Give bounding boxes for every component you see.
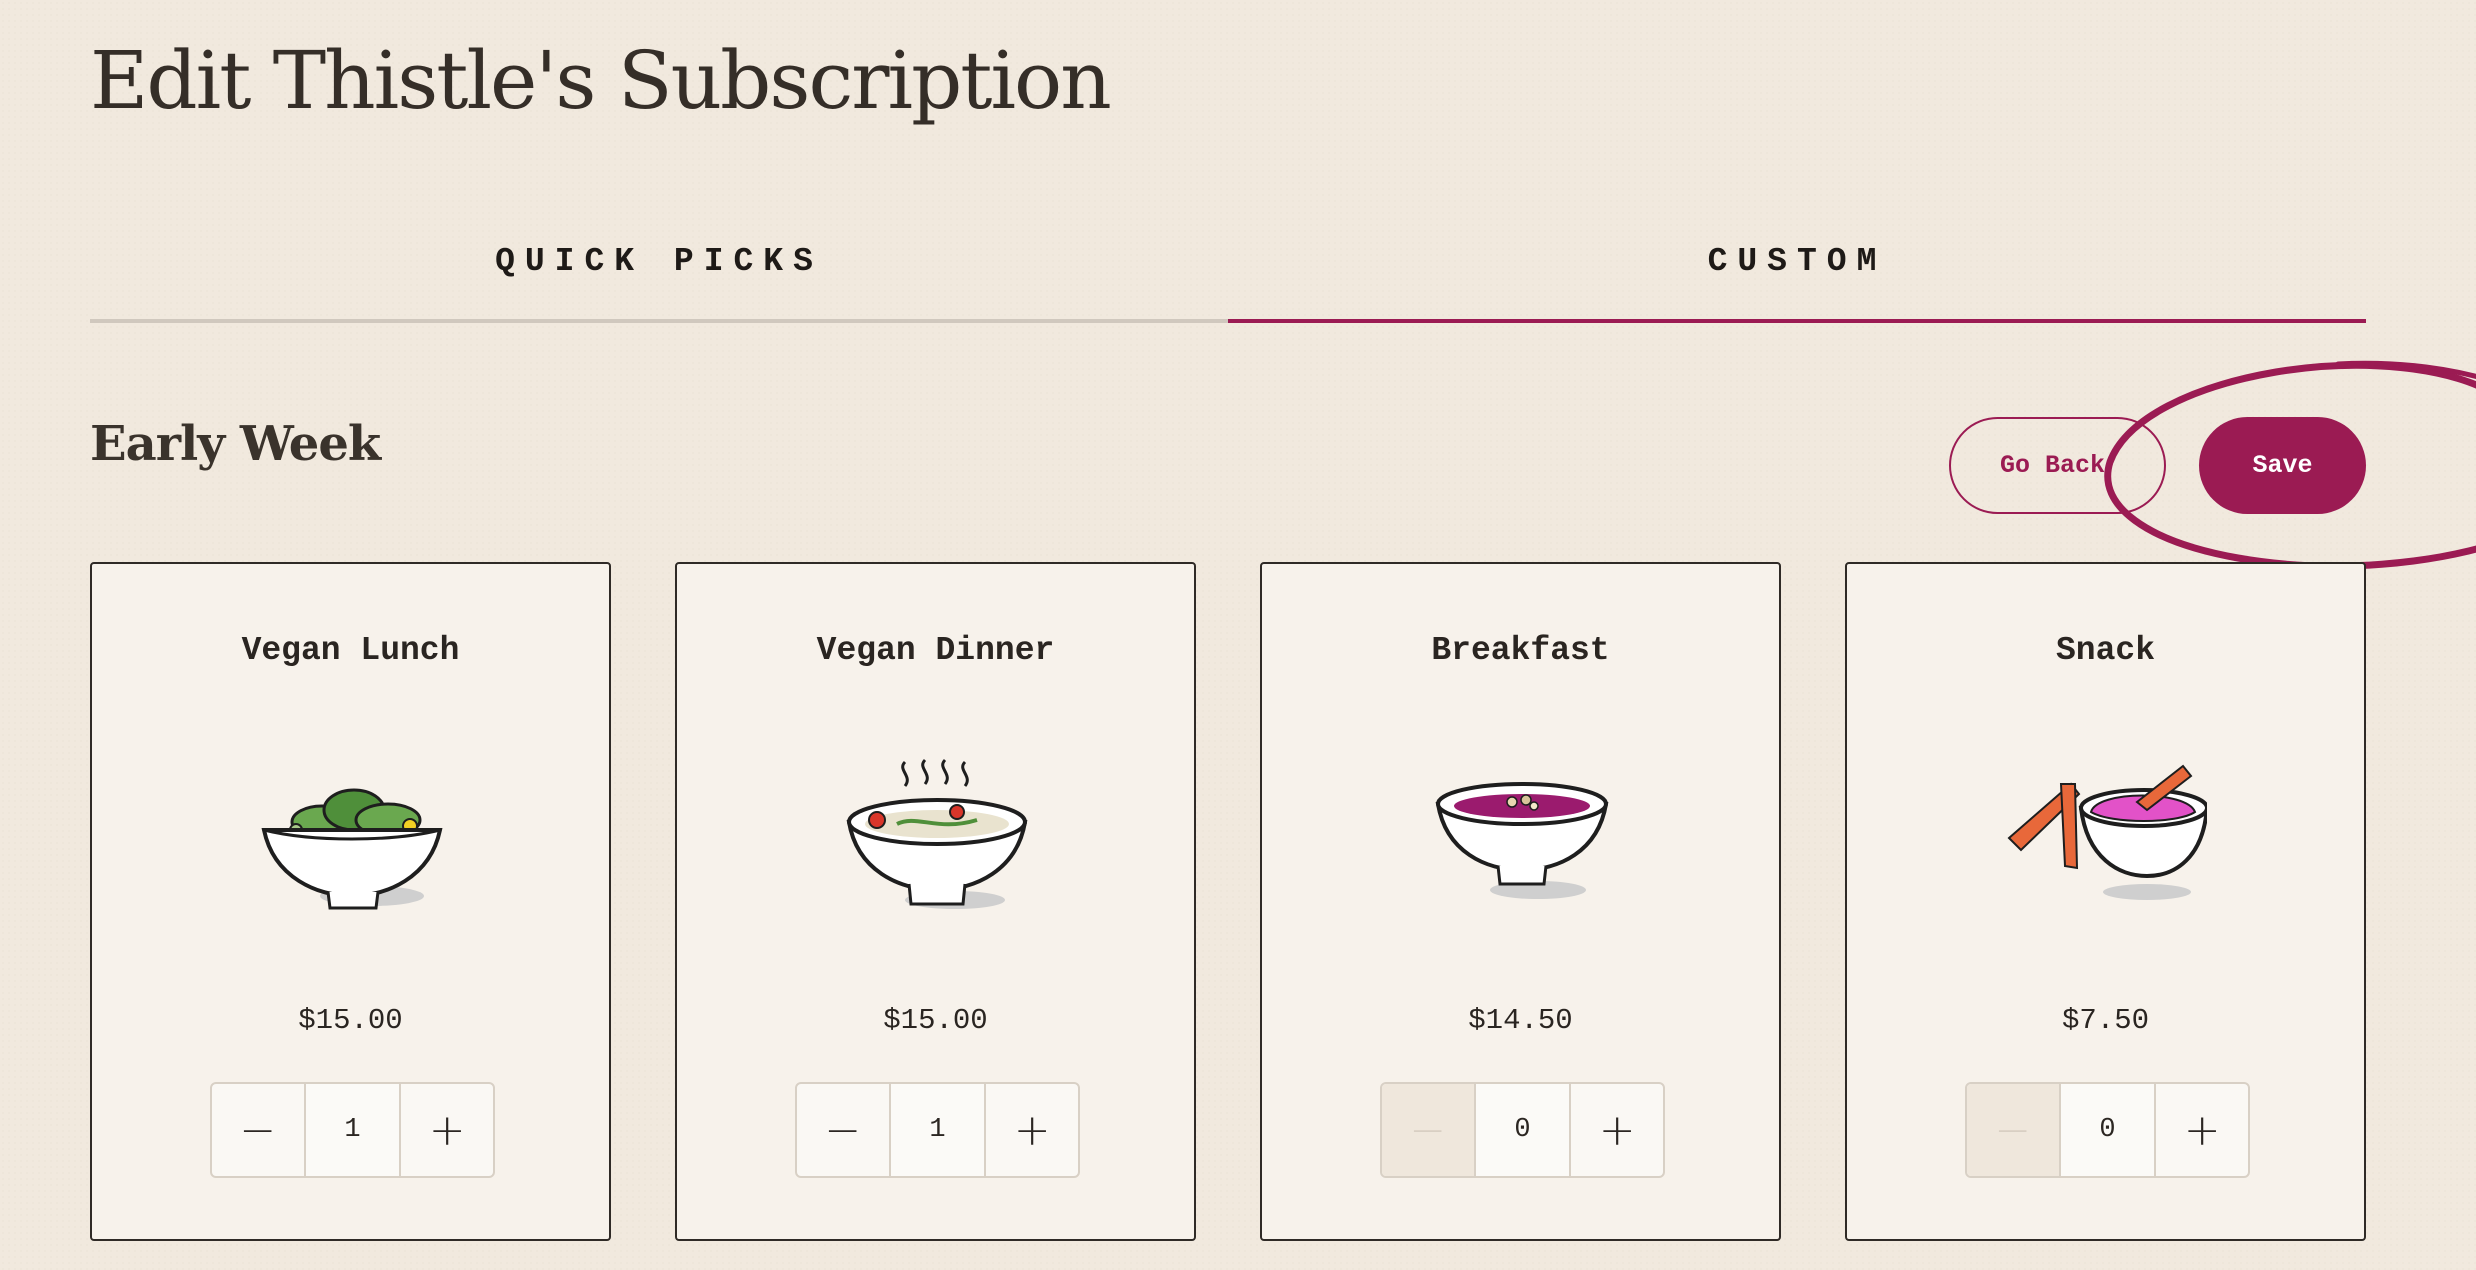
meal-price: $7.50 (2061, 1004, 2149, 1037)
quantity-stepper: − 1 + (795, 1082, 1080, 1178)
quantity-stepper: − 0 + (1965, 1082, 2250, 1178)
quantity-value: 1 (305, 1084, 400, 1176)
go-back-button[interactable]: Go Back (1949, 417, 2166, 514)
save-button[interactable]: Save (2199, 417, 2366, 514)
increase-button[interactable]: + (2154, 1084, 2248, 1176)
tab-custom[interactable]: CUSTOM (1228, 215, 2366, 323)
decrease-button[interactable]: − (1967, 1084, 2061, 1176)
meal-card-snack: Snack $7.50 − 0 + (1845, 562, 2366, 1241)
page-title: Edit Thistle's Subscription (90, 34, 1112, 127)
quantity-value: 0 (2060, 1084, 2155, 1176)
increase-button[interactable]: + (1569, 1084, 1663, 1176)
meal-price: $15.00 (298, 1004, 403, 1037)
quantity-value: 1 (890, 1084, 985, 1176)
meal-price: $14.50 (1468, 1004, 1573, 1037)
salad-bowl-icon (261, 788, 443, 910)
increase-button[interactable]: + (984, 1084, 1078, 1176)
dip-bowl-icon (2007, 764, 2207, 900)
quantity-stepper: − 0 + (1380, 1082, 1665, 1178)
section-title: Early Week (90, 416, 381, 472)
meal-price: $15.00 (883, 1004, 988, 1037)
meal-card-breakfast: Breakfast $14.50 − 0 + (1260, 562, 1781, 1241)
meal-name: Breakfast (1431, 632, 1610, 669)
meal-name: Snack (2055, 632, 2156, 669)
smoothie-bowl-icon (1435, 782, 1609, 899)
soup-bowl-icon (846, 758, 1028, 909)
meal-name: Vegan Dinner (816, 632, 1055, 669)
increase-button[interactable]: + (399, 1084, 493, 1176)
meal-card-vegan-lunch: Vegan Lunch $15.00 − 1 + (90, 562, 611, 1241)
meal-name: Vegan Lunch (241, 632, 460, 669)
quantity-stepper: − 1 + (210, 1082, 495, 1178)
quantity-value: 0 (1475, 1084, 1570, 1176)
meal-card-vegan-dinner: Vegan Dinner $15.00 − 1 + (675, 562, 1196, 1241)
decrease-button[interactable]: − (797, 1084, 891, 1176)
decrease-button[interactable]: − (1382, 1084, 1476, 1176)
decrease-button[interactable]: − (212, 1084, 306, 1176)
tab-bar: QUICK PICKS CUSTOM (90, 215, 2366, 323)
tab-quick-picks[interactable]: QUICK PICKS (90, 215, 1228, 323)
